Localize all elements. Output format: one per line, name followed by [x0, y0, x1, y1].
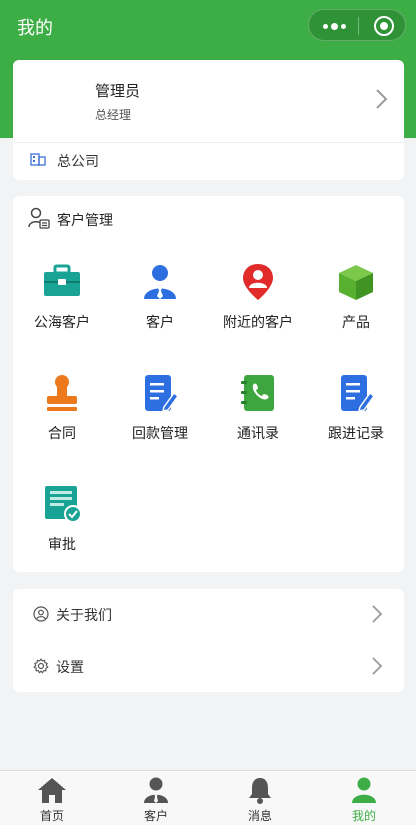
tab-label: 客户 — [143, 809, 168, 823]
menu-item-label: 回款管理 — [132, 425, 188, 441]
tab-label: 首页 — [39, 809, 64, 823]
menu-item-nearby-customers[interactable]: 附近的客户 — [209, 262, 307, 352]
chevron-right-icon — [376, 89, 388, 109]
menu-item-follow-up-records[interactable]: 跟进记录 — [307, 373, 405, 463]
settings-label: 设置 — [56, 659, 84, 675]
tab-customers[interactable]: 客户 — [104, 771, 208, 825]
menu-item-label: 审批 — [48, 536, 76, 552]
menu-item-label: 合同 — [48, 425, 76, 441]
menu-item-customers[interactable]: 客户 — [111, 262, 209, 352]
section-title: 客户管理 — [57, 212, 113, 228]
menu-item-approval[interactable]: 审批 — [13, 484, 111, 574]
user-name: 管理员 — [95, 83, 141, 100]
person-icon — [144, 265, 176, 299]
chevron-right-icon — [372, 605, 383, 623]
tab-label: 消息 — [247, 809, 272, 823]
document-edit-icon — [341, 375, 376, 412]
menu-item-label: 产品 — [342, 314, 370, 330]
gear-icon — [33, 658, 49, 674]
briefcase-icon — [44, 264, 80, 296]
customer-management-icon — [28, 207, 50, 229]
tab-home[interactable]: 首页 — [0, 771, 104, 825]
tab-me[interactable]: 我的 — [312, 771, 416, 825]
about-us-row[interactable]: 关于我们 — [13, 589, 404, 641]
capsule-divider — [358, 17, 359, 35]
menu-item-contacts[interactable]: 通讯录 — [209, 373, 307, 463]
building-icon — [30, 153, 46, 166]
location-pin-icon — [243, 264, 273, 300]
user-circle-icon — [33, 606, 49, 622]
more-icon[interactable] — [323, 23, 347, 30]
divider — [13, 142, 404, 143]
company-name: 总公司 — [57, 153, 99, 169]
customer-icon — [144, 777, 168, 803]
document-edit-icon — [145, 375, 180, 412]
menu-item-payment-management[interactable]: 回款管理 — [111, 373, 209, 463]
page-title: 我的 — [17, 18, 53, 38]
menu-item-products[interactable]: 产品 — [307, 262, 405, 352]
chevron-right-icon — [372, 657, 383, 675]
tab-bar: 首页 客户 消息 我的 — [0, 770, 416, 825]
tab-label: 我的 — [351, 809, 376, 823]
bell-icon — [249, 778, 271, 804]
home-icon — [38, 778, 66, 803]
close-miniprogram-icon[interactable] — [374, 16, 394, 36]
about-us-label: 关于我们 — [56, 607, 112, 623]
tab-messages[interactable]: 消息 — [208, 771, 312, 825]
me-icon — [352, 777, 376, 803]
stamp-icon — [47, 375, 77, 411]
menu-item-label: 附近的客户 — [223, 314, 293, 330]
menu-item-label: 客户 — [146, 314, 174, 330]
menu-item-label: 跟进记录 — [328, 425, 384, 441]
mini-program-capsule — [308, 9, 406, 41]
menu-item-label: 通讯录 — [237, 425, 279, 441]
customer-management-panel: 客户管理 公海客户 客户 附近的客户 产品 合同 回款管理 通讯录 跟进记录 审… — [13, 196, 404, 572]
box-icon — [339, 265, 373, 300]
settings-panel: 关于我们 设置 — [13, 589, 404, 692]
profile-card[interactable]: 管理员 总经理 总公司 — [13, 60, 404, 180]
menu-item-public-customers[interactable]: 公海客户 — [13, 262, 111, 352]
settings-row[interactable]: 设置 — [13, 641, 404, 693]
menu-item-label: 公海客户 — [34, 314, 90, 330]
phone-book-icon — [241, 375, 274, 411]
approval-icon — [45, 486, 82, 523]
user-role: 总经理 — [95, 108, 132, 122]
menu-item-contracts[interactable]: 合同 — [13, 373, 111, 463]
